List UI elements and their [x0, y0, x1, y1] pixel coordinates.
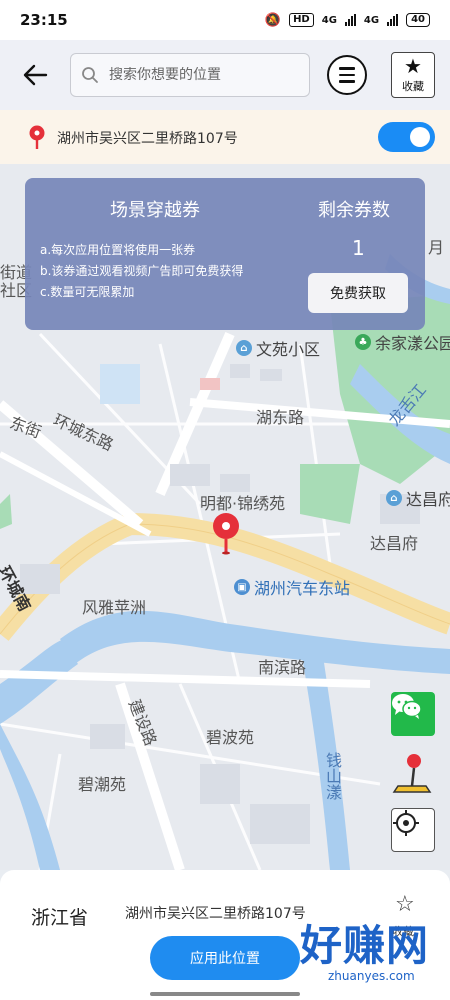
search-input[interactable]	[109, 67, 299, 83]
crosshair-icon	[393, 810, 419, 836]
residential-icon: ⌂	[386, 490, 402, 506]
menu-line	[339, 67, 355, 70]
menu-line	[339, 80, 355, 83]
map-label-bichao: 碧潮苑	[78, 775, 127, 794]
menu-line	[339, 73, 355, 77]
ticket-count-title: 剩余券数	[318, 200, 390, 221]
province-label: 浙江省	[31, 907, 89, 929]
park-icon: ♣	[355, 334, 371, 350]
apply-location-button[interactable]: 应用此位置	[150, 936, 300, 980]
map-marker-icon	[213, 513, 239, 555]
ticket-rule: a.每次应用位置将使用一张券	[40, 243, 196, 257]
menu-button[interactable]	[327, 55, 367, 95]
hd-icon: HD	[289, 13, 314, 27]
back-button[interactable]	[10, 40, 60, 110]
status-icons: 🔕 HD 4G 4G 40	[265, 13, 430, 28]
star-icon: ★	[404, 54, 422, 78]
battery-icon: 40	[406, 13, 430, 27]
wechat-icon	[392, 694, 422, 719]
map-view[interactable]: 街道 社区 月 东街 环城东路 环城南 ⌂ 文苑小区 ♣ 余家漾公园 龙舌江 湖…	[0, 164, 450, 870]
selected-address: 湖州市吴兴区二里桥路107号	[125, 906, 306, 922]
map-label-fengya: 风雅苹洲	[82, 598, 147, 617]
status-time: 23:15	[20, 11, 68, 29]
get-free-ticket-button[interactable]: 免费获取	[308, 273, 408, 313]
location-toggle[interactable]	[378, 122, 435, 152]
map-label-yujiayang: 余家漾公园	[375, 334, 450, 353]
signal-icon-1	[344, 14, 356, 26]
map-poi-yujiayang: ♣ 余家漾公园	[355, 330, 450, 354]
map-poi-dachang: ⌂ 达昌府	[386, 486, 450, 510]
map-label-bus-station: 湖州汽车东站	[254, 579, 351, 598]
signal-4g-label-1: 4G	[321, 14, 337, 26]
bus-icon: ▣	[234, 579, 250, 595]
watermark-logo-text: 好赚网	[300, 921, 430, 970]
map-label-hudonglu: 湖东路	[256, 408, 305, 427]
map-label-dachang: 达昌府	[370, 534, 419, 553]
map-poi-bus-station: ▣ 湖州汽车东站	[234, 575, 350, 599]
map-label-qianshanyang: 钱山漾	[323, 752, 342, 800]
favorite-button[interactable]: ★ 收藏	[391, 52, 435, 98]
ticket-rules: a.每次应用位置将使用一张券 b.该券通过观看视频广告即可免费获得 c.数量可无…	[40, 240, 243, 303]
current-location-address: 湖州市吴兴区二里桥路107号	[57, 131, 238, 147]
search-icon	[82, 67, 98, 83]
map-label-wenyuan: 文苑小区	[256, 340, 321, 359]
signal-4g-label-2: 4G	[363, 14, 380, 26]
map-poi-wenyuan: ⌂ 文苑小区	[236, 336, 320, 360]
map-label-dachang-poi: 达昌府	[406, 490, 450, 509]
mute-bell-icon: 🔕	[264, 12, 282, 28]
joystick-button[interactable]	[392, 752, 436, 798]
ticket-rule: c.数量可无限累加	[40, 285, 135, 299]
wechat-share-button[interactable]	[391, 692, 435, 736]
favorite-label: 收藏	[402, 80, 424, 93]
map-label-yue: 月	[428, 238, 445, 257]
home-indicator[interactable]	[150, 992, 300, 996]
ticket-title: 场景穿越券	[110, 200, 200, 221]
joystick-icon	[392, 754, 432, 793]
ticket-count: 1	[352, 236, 365, 260]
current-location-bar: 湖州市吴兴区二里桥路107号	[0, 110, 450, 164]
watermark: 好赚网 zhuanyes.com	[300, 912, 450, 992]
location-pin-icon	[29, 125, 45, 149]
status-bar: 23:15 🔕 HD 4G 4G 40	[0, 0, 450, 40]
watermark-url: zhuanyes.com	[328, 969, 415, 983]
map-label-bibo: 碧波苑	[206, 728, 255, 747]
top-bar: ★ 收藏	[0, 40, 450, 110]
locate-me-button[interactable]	[391, 808, 435, 852]
map-label-nanbinlu: 南滨路	[258, 658, 307, 677]
residential-icon: ⌂	[236, 340, 252, 356]
search-box[interactable]	[70, 53, 310, 97]
scene-ticket-card: 场景穿越券 剩余券数 a.每次应用位置将使用一张券 b.该券通过观看视频广告即可…	[25, 178, 425, 330]
back-arrow-icon	[23, 64, 48, 86]
toggle-knob	[410, 127, 430, 147]
ticket-rule: b.该券通过观看视频广告即可免费获得	[40, 264, 244, 278]
signal-icon-2	[387, 14, 399, 26]
